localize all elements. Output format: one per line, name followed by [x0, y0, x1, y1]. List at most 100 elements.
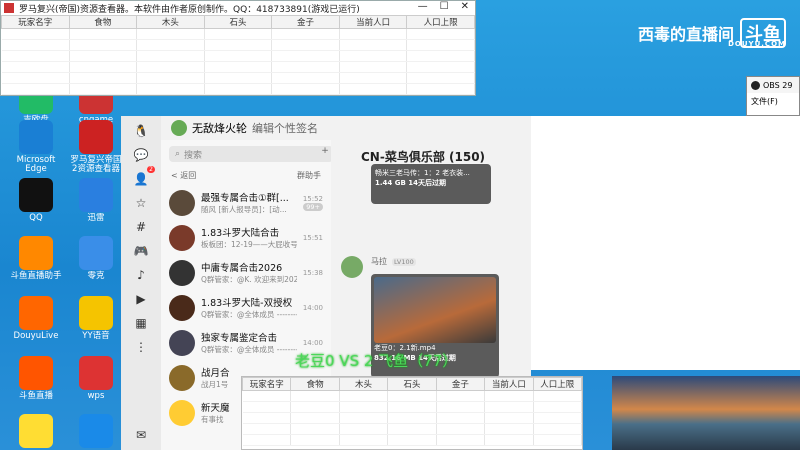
table-cell[interactable] [204, 28, 273, 40]
table-cell[interactable] [1, 83, 70, 95]
table-cell[interactable] [533, 412, 583, 424]
desktop-icon[interactable]: 罗马复兴帝国2资源查看器 [68, 120, 124, 174]
table-row[interactable] [1, 50, 475, 62]
table-cell[interactable] [69, 39, 138, 51]
col-header[interactable]: 玩家名字 [241, 377, 292, 391]
table-cell[interactable] [436, 434, 486, 446]
table-cell[interactable] [406, 61, 475, 73]
col-header[interactable]: 人口上限 [406, 15, 475, 29]
table-cell[interactable] [387, 390, 437, 402]
table-cell[interactable] [484, 434, 534, 446]
table-cell[interactable] [387, 423, 437, 435]
chat-list-item[interactable]: 1.83斗罗大陆合击 板板团：12-19——大屁收号 15:51 [161, 220, 331, 255]
col-header[interactable]: 当前人口 [338, 15, 408, 29]
minimize-button[interactable]: — [418, 1, 428, 12]
table-cell[interactable] [406, 39, 475, 51]
table-row[interactable] [1, 72, 475, 84]
table-cell[interactable] [339, 401, 389, 413]
col-header[interactable]: 玩家名字 [1, 15, 70, 29]
table-cell[interactable] [242, 412, 292, 424]
chat-list-item[interactable]: 中庸专属合击2026 Q群管家：@K. 欢迎来到2026... 15:38 [161, 255, 331, 290]
signature-link[interactable]: 编辑个性签名 [252, 120, 318, 136]
table-cell[interactable] [484, 401, 534, 413]
desktop-icon[interactable]: QQ [8, 178, 64, 223]
table-cell[interactable] [242, 401, 292, 413]
table-cell[interactable] [387, 412, 437, 424]
col-header[interactable]: 石头 [203, 15, 273, 29]
table-cell[interactable] [1, 61, 70, 73]
table-cell[interactable] [406, 72, 475, 84]
obs-window[interactable]: OBS 29 文件(F) [746, 76, 800, 116]
table-cell[interactable] [436, 423, 486, 435]
table-cell[interactable] [484, 412, 534, 424]
table-cell[interactable] [69, 61, 138, 73]
table-cell[interactable] [1, 39, 70, 51]
table-cell[interactable] [339, 28, 408, 40]
sender-avatar[interactable] [341, 256, 363, 278]
resource-table[interactable]: 玩家名字 食物 木头 石头 金子 当前人口 人口上限 [1, 15, 475, 95]
music-icon[interactable]: ♪ [132, 266, 150, 284]
table-cell[interactable] [69, 50, 138, 62]
col-header[interactable]: 当前人口 [484, 377, 534, 391]
table-cell[interactable] [204, 39, 273, 51]
table-cell[interactable] [339, 390, 389, 402]
table-row[interactable] [242, 401, 583, 413]
mini-program-icon[interactable]: ▦ [132, 314, 150, 332]
table-cell[interactable] [136, 61, 205, 73]
table-cell[interactable] [242, 434, 292, 446]
col-header[interactable]: 金子 [435, 377, 486, 391]
table-row[interactable] [242, 434, 583, 446]
table-cell[interactable] [387, 434, 437, 446]
table-cell[interactable] [484, 390, 534, 402]
mail-icon[interactable]: ✉ [132, 426, 150, 444]
table-row[interactable] [1, 28, 475, 40]
maximize-button[interactable]: ☐ [440, 1, 449, 12]
table-cell[interactable] [339, 412, 389, 424]
table-cell[interactable] [436, 390, 486, 402]
table-cell[interactable] [339, 434, 389, 446]
table-cell[interactable] [1, 72, 70, 84]
resource-viewer-window[interactable]: 罗马复兴(帝国)资源查看器。本软件由作者原创制作。QQ：418733891(游戏… [0, 0, 476, 96]
desktop-icon[interactable]: 迅雷 [68, 178, 124, 223]
table-cell[interactable] [271, 72, 340, 84]
col-header[interactable]: 食物 [290, 377, 340, 391]
table-cell[interactable] [339, 72, 408, 84]
avatar[interactable] [171, 120, 187, 136]
table-cell[interactable] [136, 50, 205, 62]
table-cell[interactable] [1, 28, 70, 40]
table-cell[interactable] [271, 83, 340, 95]
desktop-icon[interactable]: 斗鱼直播 [8, 356, 64, 401]
contacts-icon[interactable]: 👤 2 [132, 166, 155, 188]
table-cell[interactable] [290, 423, 340, 435]
table-row[interactable] [1, 83, 475, 95]
table-row[interactable] [242, 423, 583, 435]
table-cell[interactable] [136, 72, 205, 84]
table-cell[interactable] [436, 401, 486, 413]
file-card[interactable]: 畅米三老马传：1：2 老衣装... 1.44 GB 14天后过期 [371, 164, 491, 204]
table-cell[interactable] [204, 72, 273, 84]
close-button[interactable]: ✕ [461, 1, 469, 12]
table-row[interactable] [242, 412, 583, 424]
table-cell[interactable] [204, 50, 273, 62]
col-header[interactable]: 金子 [271, 15, 340, 29]
table-cell[interactable] [533, 423, 583, 435]
table-cell[interactable] [204, 83, 273, 95]
table-cell[interactable] [69, 83, 138, 95]
desktop-icon[interactable]: wps [68, 356, 124, 401]
table-cell[interactable] [533, 434, 583, 446]
title-bar[interactable]: 罗马复兴(帝国)资源查看器。本软件由作者原创制作。QQ：418733891(游戏… [1, 1, 475, 15]
table-cell[interactable] [290, 401, 340, 413]
desktop-icon[interactable]: 零克 [68, 236, 124, 281]
table-cell[interactable] [1, 50, 70, 62]
space-icon[interactable]: ☆ [132, 194, 150, 212]
table-cell[interactable] [406, 83, 475, 95]
chat-list-item[interactable]: 1.83斗罗大陆-双授权 Q群管家：@全体成员 --------- 14:00 [161, 290, 331, 325]
table-cell[interactable] [290, 434, 340, 446]
table-cell[interactable] [339, 50, 408, 62]
table-cell[interactable] [271, 61, 340, 73]
table-cell[interactable] [339, 83, 408, 95]
resource-table-2[interactable]: 玩家名字 食物 木头 石头 金子 当前人口 人口上限 [241, 377, 583, 446]
table-cell[interactable] [69, 28, 138, 40]
video-icon[interactable]: ▶ [132, 290, 150, 308]
table-cell[interactable] [242, 423, 292, 435]
